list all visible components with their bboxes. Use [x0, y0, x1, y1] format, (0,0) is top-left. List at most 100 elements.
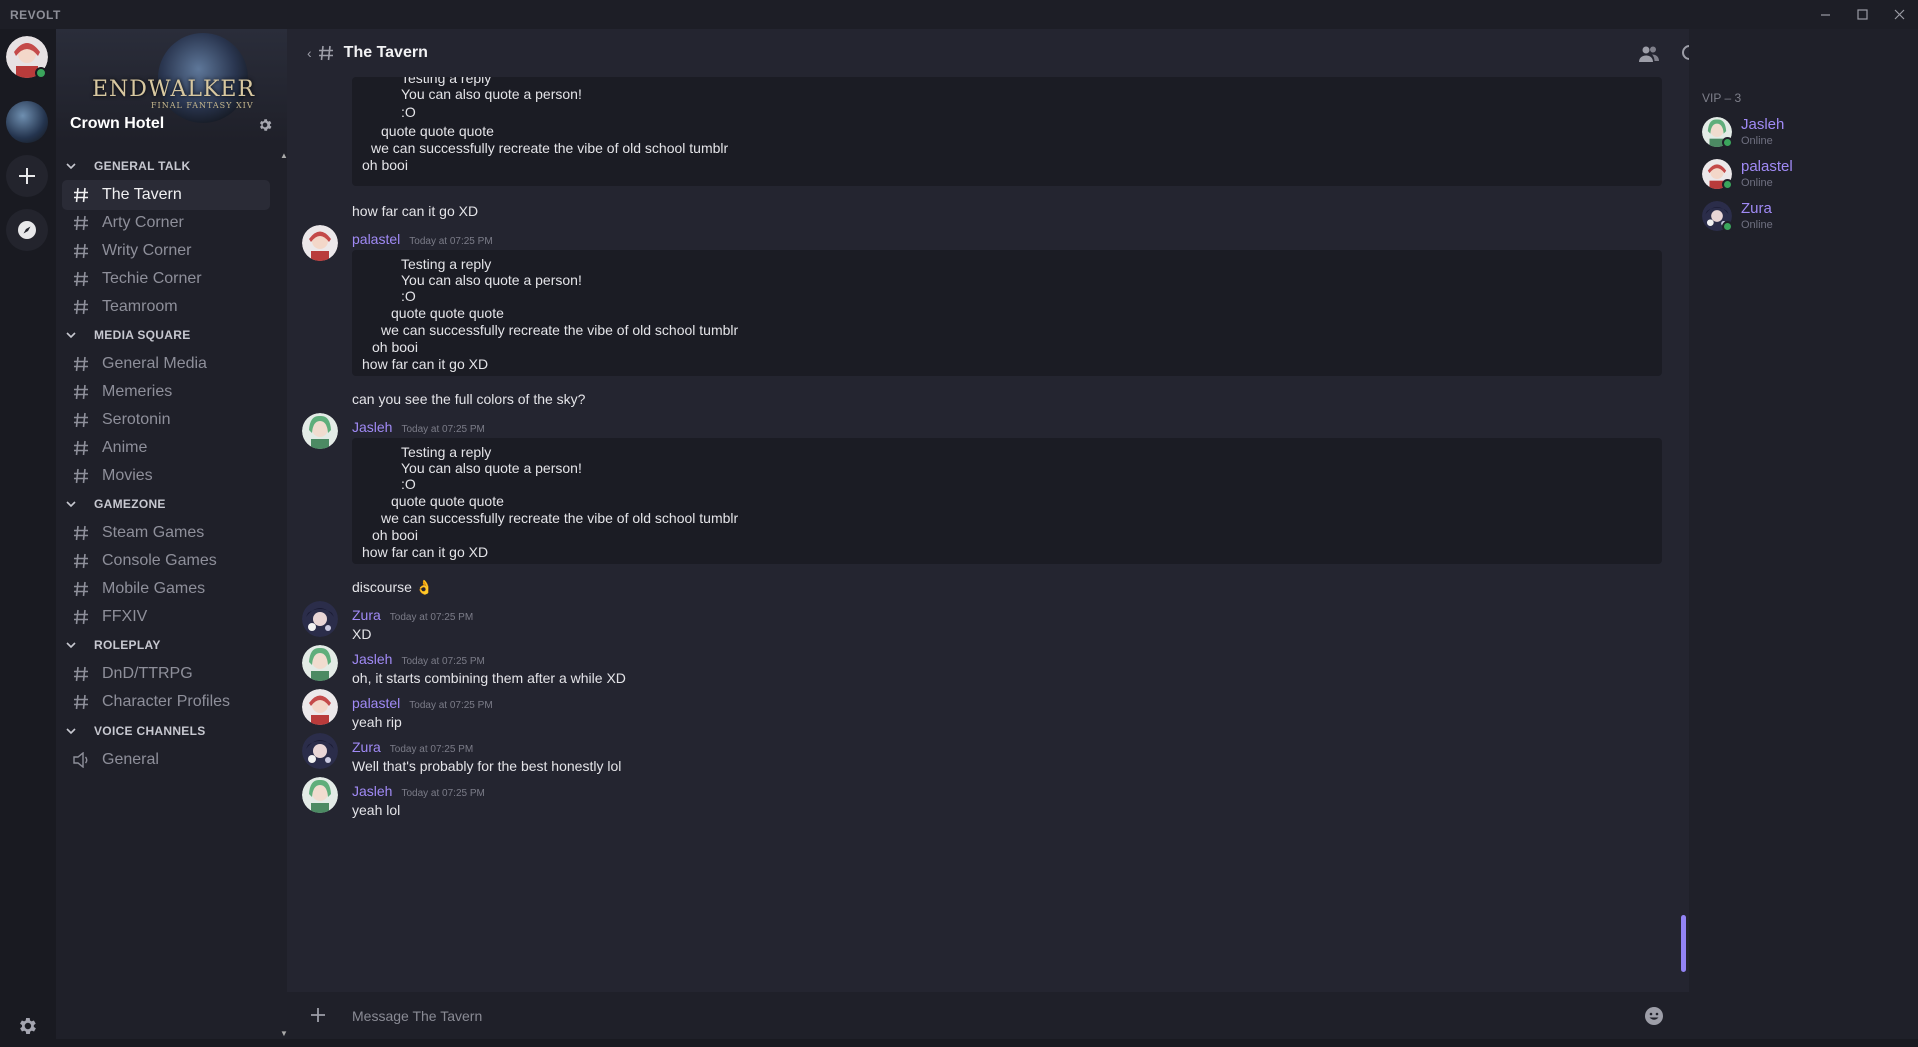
online-status-icon [1722, 137, 1733, 148]
quote-block: Testing a reply You can also quote a pers… [352, 438, 1662, 564]
settings-gear-icon[interactable] [6, 1005, 48, 1047]
username[interactable]: Jasleh [352, 419, 392, 435]
category-label: GENERAL TALK [94, 159, 191, 173]
minimize-icon[interactable] [1807, 0, 1844, 29]
category-roleplay[interactable]: ROLEPLAY [56, 630, 161, 660]
app-title: REVOLT [10, 7, 61, 22]
member-item-zura[interactable]: Zura Online [1702, 200, 1912, 237]
message-text: Well that's probably for the best honest… [352, 758, 622, 774]
scrollbar-thumb[interactable] [1681, 915, 1686, 972]
avatar[interactable] [302, 225, 338, 261]
channel-title: The Tavern [343, 44, 428, 61]
attach-plus-icon[interactable] [310, 1003, 332, 1029]
discover-icon[interactable] [6, 209, 48, 251]
channel-label: Arty Corner [102, 214, 184, 231]
avatar[interactable] [302, 777, 338, 813]
channel-label: Serotonin [102, 411, 171, 428]
quote-line: quote quote quote [391, 493, 504, 509]
quote-line: we can successfully recreate the vibe of… [381, 322, 739, 338]
avatar[interactable] [302, 733, 338, 769]
channel-label: Character Profiles [102, 693, 231, 710]
timestamp: Today at 07:25 PM [409, 236, 493, 247]
back-chevron-icon[interactable]: ‹ [307, 45, 312, 61]
category-general-talk[interactable]: GENERAL TALK [56, 151, 191, 181]
category-gamezone[interactable]: GAMEZONE [56, 489, 166, 519]
channel-label: Memeries [102, 383, 173, 400]
member-name: palastel [1741, 158, 1793, 175]
channel-item-movies[interactable]: Movies [62, 461, 270, 491]
member-category: VIP – 3 [1702, 91, 1742, 105]
add-server-button[interactable] [6, 155, 48, 197]
hash-icon [72, 356, 90, 372]
channel-label: FFXIV [102, 608, 148, 625]
hash-icon [72, 440, 90, 456]
emoji-icon[interactable] [1643, 1005, 1665, 1027]
channel-label: Movies [102, 467, 153, 484]
hash-icon [72, 271, 90, 287]
chevron-down-icon [66, 162, 80, 170]
username[interactable]: Zura [352, 739, 381, 755]
hash-icon [72, 581, 90, 597]
channel-item-character-profiles[interactable]: Character Profiles [62, 687, 270, 717]
member-item-jasleh[interactable]: Jasleh Online [1702, 116, 1912, 153]
channel-item-the-tavern[interactable]: The Tavern [62, 180, 270, 210]
username[interactable]: Zura [352, 607, 381, 623]
quote-line: how far can it go XD [362, 356, 489, 372]
channel-item-console-games[interactable]: Console Games [62, 546, 270, 576]
category-label: ROLEPLAY [94, 638, 161, 652]
channel-item-general[interactable]: General [62, 745, 270, 775]
category-media-square[interactable]: MEDIA SQUARE [56, 320, 191, 350]
channel-item-memeries[interactable]: Memeries [62, 377, 270, 407]
channel-item-anime[interactable]: Anime [62, 433, 270, 463]
username[interactable]: Jasleh [352, 651, 392, 667]
channel-item-serotonin[interactable]: Serotonin [62, 405, 270, 435]
channel-item-general-media[interactable]: General Media [62, 349, 270, 379]
username[interactable]: palastel [352, 695, 400, 711]
avatar[interactable] [302, 645, 338, 681]
username[interactable]: palastel [352, 231, 400, 247]
channel-label: Console Games [102, 552, 217, 569]
channel-item-dnd-ttrpg[interactable]: DnD/TTRPG [62, 659, 270, 689]
channel-label: Steam Games [102, 524, 205, 541]
member-item-palastel[interactable]: palastel Online [1702, 158, 1912, 195]
member-name: Zura [1741, 200, 1772, 217]
message-text: discourse 👌 [352, 579, 434, 595]
channel-item-arty-corner[interactable]: Arty Corner [62, 208, 270, 238]
avatar[interactable] [302, 413, 338, 449]
quote-line: You can also quote a person! [401, 272, 582, 288]
category-voice-channels[interactable]: VOICE CHANNELS [56, 716, 206, 746]
speaker-icon [72, 752, 90, 768]
hash-icon [72, 694, 90, 710]
members-icon[interactable] [1638, 43, 1660, 65]
hash-icon [72, 384, 90, 400]
channel-item-steam-games[interactable]: Steam Games [62, 518, 270, 548]
server-icon-crown-hotel[interactable] [6, 101, 48, 143]
member-sidebar: VIP – 3 Jasleh Online palastel Online Zura On… [1689, 29, 1918, 1039]
message-header: Jasleh Today at 07:25 PM [352, 783, 485, 799]
server-settings-gear-icon[interactable] [255, 115, 275, 135]
chat-scrollbar[interactable] [1681, 77, 1689, 992]
message-input[interactable] [352, 1000, 1602, 1031]
title-bar: REVOLT [0, 0, 1918, 29]
channel-item-ffxiv[interactable]: FFXIV [62, 602, 270, 632]
close-icon[interactable] [1881, 0, 1918, 29]
maximize-icon[interactable] [1844, 0, 1881, 29]
server-name[interactable]: Crown Hotel [70, 115, 164, 133]
channel-item-mobile-games[interactable]: Mobile Games [62, 574, 270, 604]
message-header: Zura Today at 07:25 PM [352, 607, 473, 623]
hash-icon [318, 45, 334, 61]
timestamp: Today at 07:25 PM [401, 788, 485, 799]
channel-item-teamroom[interactable]: Teamroom [62, 292, 270, 322]
quote-line: Testing a reply [401, 256, 492, 272]
quote-line: how far can it go XD [362, 544, 489, 560]
server-banner: ENDWALKER FINAL FANTASY XIV Crown Hotel [56, 29, 287, 142]
avatar[interactable] [302, 689, 338, 725]
channel-label: Teamroom [102, 298, 178, 315]
channel-item-techie-corner[interactable]: Techie Corner [62, 264, 270, 294]
avatar[interactable] [302, 601, 338, 637]
channel-item-writy-corner[interactable]: Writy Corner [62, 236, 270, 266]
username[interactable]: Jasleh [352, 783, 392, 799]
message-text: can you see the full colors of the sky? [352, 391, 586, 407]
server-rail [0, 29, 56, 1039]
quote-line: oh booi [372, 339, 418, 355]
